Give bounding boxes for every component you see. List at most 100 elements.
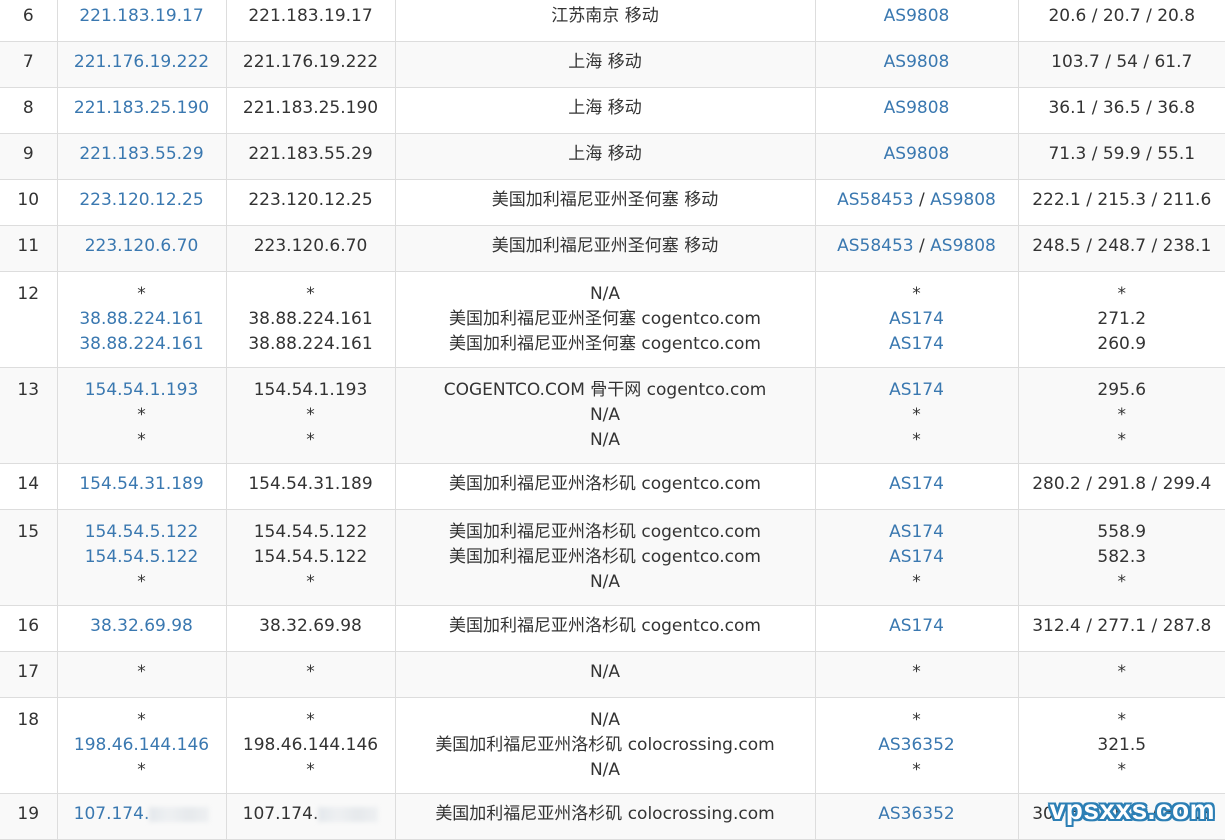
table-row: 19107.174.107.174.美国加利福尼亚州洛杉矶 colocrossi… [0,794,1225,840]
table-row: 17**N/A** [0,652,1225,698]
hop-number: 7 [0,42,57,75]
latency-cell: 295.6** [1018,368,1225,464]
ip-text[interactable]: 154.54.5.122 [85,522,199,542]
ip-cell: * 38.88.224.161 38.88.224.161 [57,272,226,368]
ip-link[interactable]: 154.54.31.189 [58,472,226,497]
ip-text[interactable]: 221.183.25.190 [74,98,209,118]
location-text: N/A [396,282,815,307]
hostname-cell: 154.54.1.193** [226,368,395,464]
asn-link[interactable]: AS58453 [837,236,914,256]
asn-link[interactable]: AS9808 [884,6,950,26]
asn-link[interactable]: AS174 [889,309,944,329]
asn-link[interactable]: AS9808 [884,144,950,164]
asn-link[interactable]: AS174 [889,334,944,354]
hostname-text: 38.88.224.161 [227,307,395,332]
ip-link[interactable]: 107.174. [58,802,226,827]
ip-text[interactable]: 198.46.144.146 [74,735,209,755]
ip-text[interactable]: 38.32.69.98 [90,616,193,636]
ip-link[interactable]: 38.32.69.98 [58,614,226,639]
hostname-text: 154.54.31.189 [227,472,395,497]
asn-list: AS36352 [816,794,1018,827]
hostname-value: * [306,662,315,682]
hostname-list: 38.32.69.98 [227,606,395,639]
location-text: 美国加利福尼亚州圣何塞 cogentco.com [396,307,815,332]
redacted-blur [149,807,209,822]
ip-timeout: * [58,403,226,428]
asn-list: AS58453 / AS9808 [816,180,1018,213]
hostname-cell: 223.120.6.70 [226,226,395,272]
ip-text[interactable]: 221.176.19.222 [74,52,209,72]
hop-number: 19 [0,794,57,827]
ip-list: 221.183.55.29 [58,134,226,167]
asn-link[interactable]: AS174 [889,547,944,567]
ip-text[interactable]: 221.183.55.29 [79,144,203,164]
hop-cell: 19 [0,794,57,840]
hostname-list: 154.54.5.122154.54.5.122* [227,510,395,595]
hostname-list: *198.46.144.146* [227,698,395,783]
hostname-cell: 154.54.31.189 [226,464,395,510]
ip-text[interactable]: 223.120.6.70 [85,236,199,256]
asn-line: AS174 [816,307,1018,332]
ip-text[interactable]: 154.54.5.122 [85,547,199,567]
asn-line: AS174 [816,472,1018,497]
ip-link[interactable]: 221.183.55.29 [58,142,226,167]
ip-text[interactable]: 154.54.1.193 [85,380,199,400]
asn-link[interactable]: AS36352 [878,735,955,755]
watermark: vpsxxs.com [1050,794,1215,826]
ip-link[interactable]: 223.120.6.70 [58,234,226,259]
ip-text[interactable]: 154.54.31.189 [79,474,203,494]
asn-cell: AS36352 [815,794,1018,840]
ip-text[interactable]: 38.88.224.161 [79,334,203,354]
asn-line: AS9808 [816,50,1018,75]
hop-cell: 12 [0,272,57,368]
asn-list: AS9808 [816,0,1018,29]
location-list: 美国加利福尼亚州圣何塞 移动 [396,226,815,259]
ip-timeout: * [58,570,226,595]
ip-link[interactable]: 154.54.5.122 [58,520,226,545]
hostname-list: 154.54.31.189 [227,464,395,497]
ip-text[interactable]: 221.183.19.17 [79,6,203,26]
ip-text[interactable]: 38.88.224.161 [79,309,203,329]
ip-link[interactable]: 154.54.1.193 [58,378,226,403]
hostname-text: 221.183.55.29 [227,142,395,167]
ip-link[interactable]: 154.54.5.122 [58,545,226,570]
asn-link[interactable]: AS174 [889,616,944,636]
ip-link[interactable]: 221.176.19.222 [58,50,226,75]
asn-link[interactable]: AS9808 [930,236,996,256]
hostname-cell: 38.32.69.98 [226,606,395,652]
hostname-cell: *38.88.224.16138.88.224.161 [226,272,395,368]
asn-link[interactable]: AS174 [889,380,944,400]
ip-link[interactable]: 198.46.144.146 [58,733,226,758]
hostname-text: 154.54.5.122 [227,520,395,545]
asn-list: * [816,652,1018,685]
ip-link[interactable]: 38.88.224.161 [58,332,226,357]
ip-link[interactable]: 221.183.25.190 [58,96,226,121]
hop-number: 11 [0,226,57,259]
ip-link[interactable]: 221.183.19.17 [58,4,226,29]
location-text: 美国加利福尼亚州圣何塞 移动 [396,234,815,259]
hostname-value: 154.54.5.122 [254,522,368,542]
ip-text[interactable]: 223.120.12.25 [79,190,203,210]
ip-link[interactable]: 223.120.12.25 [58,188,226,213]
latency-list: 295.6** [1019,368,1225,453]
ip-link[interactable]: 38.88.224.161 [58,307,226,332]
latency-value: 280.2 / 291.8 / 299.4 [1019,472,1225,497]
table-row: 14154.54.31.189154.54.31.189美国加利福尼亚州洛杉矶 … [0,464,1225,510]
hostname-value: 221.183.55.29 [248,144,372,164]
ip-cell: 154.54.5.122 154.54.5.122 * [57,510,226,606]
asn-link[interactable]: AS174 [889,474,944,494]
hop-cell: 13 [0,368,57,464]
asn-link[interactable]: AS174 [889,522,944,542]
asn-cell: AS174 [815,606,1018,652]
asn-link[interactable]: AS9808 [884,52,950,72]
asn-link[interactable]: AS58453 [837,190,914,210]
asn-link[interactable]: AS9808 [884,98,950,118]
ip-text[interactable]: 107.174. [74,804,150,824]
location-cell: 上海 移动 [395,88,815,134]
latency-value: * [1019,570,1225,595]
asn-link[interactable]: AS36352 [878,804,955,824]
ip-text: * [137,284,146,304]
latency-list: * [1019,652,1225,685]
asn-link[interactable]: AS9808 [930,190,996,210]
location-text: 美国加利福尼亚州洛杉矶 cogentco.com [396,614,815,639]
